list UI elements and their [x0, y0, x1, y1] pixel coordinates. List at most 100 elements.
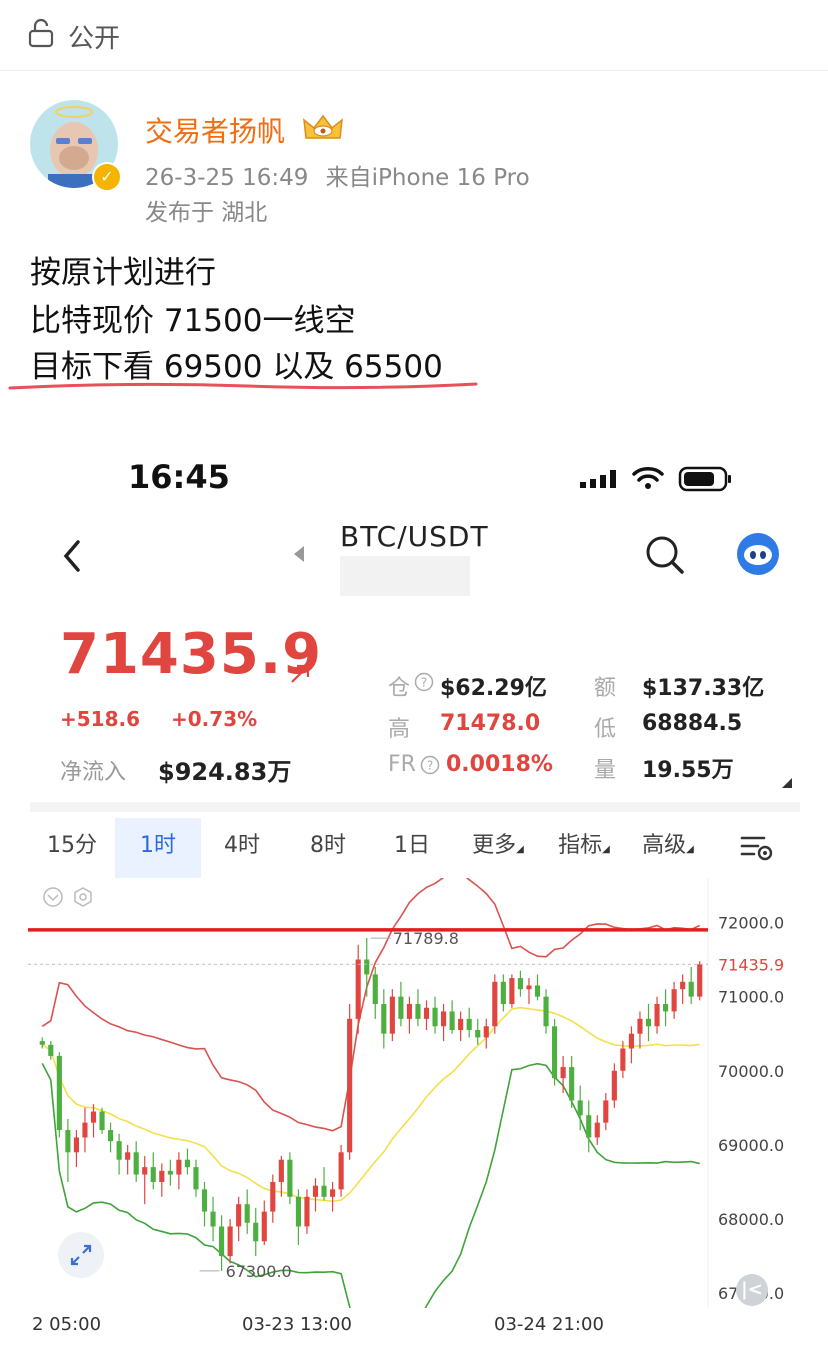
candle-body	[534, 985, 541, 997]
candle-body	[184, 1159, 190, 1168]
prev-pair-icon[interactable]	[292, 544, 306, 564]
candle-body	[654, 1004, 660, 1027]
high-value: 71478.0	[440, 711, 541, 736]
post-line-2: 比特现价 71500一线空	[30, 303, 356, 339]
candle-body	[261, 1211, 267, 1242]
candle-body	[295, 1196, 301, 1227]
candle-body	[517, 978, 523, 990]
candle-body	[381, 1004, 387, 1034]
candle-body	[415, 1004, 421, 1019]
candle-body	[680, 981, 686, 990]
divider	[30, 802, 800, 812]
candle-body	[167, 1170, 173, 1175]
candle-body	[159, 1170, 165, 1182]
low-value: 68884.5	[642, 711, 743, 736]
candle-body	[697, 964, 703, 997]
expand-arrows-icon	[70, 1244, 92, 1266]
candle-body	[628, 1033, 634, 1049]
candle-body	[526, 985, 532, 990]
candle-body	[603, 1100, 609, 1123]
candle-body	[466, 1018, 472, 1030]
tab-1d[interactable]: 1日	[372, 818, 452, 878]
change-absolute: +518.6	[60, 707, 141, 731]
candle-body	[577, 1100, 583, 1116]
svg-text:?: ?	[421, 676, 427, 690]
tab-15m[interactable]: 15分	[30, 818, 114, 878]
upper-band-line	[41, 878, 701, 1132]
candle-body	[372, 974, 378, 1005]
candle-body	[560, 1067, 566, 1079]
post-line-1: 按原计划进行	[30, 255, 216, 291]
candle-body	[389, 996, 395, 1034]
candlestick-chart[interactable]: 72000.071000.070000.069000.068000.067000…	[28, 878, 798, 1308]
candle-body	[364, 959, 370, 975]
x-tick-2: 03-23 13:00	[242, 1314, 352, 1335]
volume-value: $137.33亿	[642, 676, 765, 701]
post-meta: 26-3-25 16:49 来自iPhone 16 Pro	[145, 158, 530, 192]
dropdown-corner-icon: ◢	[686, 844, 694, 855]
current-price: 71435.9	[60, 622, 323, 687]
candle-body	[125, 1152, 131, 1160]
change-percent: +0.73%	[171, 707, 258, 731]
candle-body	[586, 1115, 592, 1138]
candle-body	[108, 1130, 114, 1142]
candle-body	[449, 1011, 455, 1030]
eye-toggle-icon[interactable]	[42, 886, 64, 908]
subtitle-blur	[340, 556, 470, 596]
candle-body	[483, 1026, 489, 1038]
up-arrow-icon	[291, 664, 310, 683]
author-name[interactable]: 交易者扬帆	[145, 110, 285, 150]
post-device: 来自iPhone 16 Pro	[325, 165, 530, 191]
visibility-label[interactable]: 公开	[68, 18, 120, 55]
candle-body	[210, 1211, 216, 1227]
current-price-label: 71435.9	[718, 955, 784, 974]
candle-body	[253, 1222, 259, 1242]
candle-body	[500, 981, 506, 1005]
candle-body	[611, 1070, 617, 1101]
post-time: 26-3-25 16:49	[145, 165, 309, 191]
y-tick-label: 72000.0	[718, 913, 784, 932]
candle-body	[458, 1018, 464, 1030]
candle-body	[671, 989, 677, 1012]
y-tick-label: 70000.0	[718, 1062, 784, 1081]
high-label: 高	[388, 717, 411, 742]
low-label: 低	[594, 717, 617, 742]
tab-indicators[interactable]: 指标◢	[544, 818, 624, 878]
tab-advanced[interactable]: 高级◢	[628, 818, 708, 878]
candle-body	[236, 1204, 242, 1227]
qty-value: 19.55万	[642, 758, 734, 783]
pair-title[interactable]: BTC/USDT	[340, 520, 489, 553]
robot-assistant-icon[interactable]	[736, 532, 780, 576]
oi-value: $62.29亿	[440, 676, 547, 701]
y-tick-label: 68000.0	[718, 1210, 784, 1229]
svg-text:?: ?	[427, 759, 433, 773]
funding-label: FR	[388, 752, 416, 777]
candle-body	[398, 996, 404, 1019]
back-chevron-icon[interactable]	[58, 536, 88, 576]
tab-4h[interactable]: 4时	[202, 818, 282, 878]
indicator-settings-icon[interactable]	[72, 886, 94, 908]
tab-more[interactable]: 更多◢	[458, 818, 538, 878]
candle-body	[663, 1004, 669, 1012]
low-annotation: 67300.0	[226, 1262, 292, 1281]
candle-body	[219, 1226, 225, 1257]
chart-settings-icon[interactable]	[740, 832, 774, 862]
help-icon[interactable]: ?	[414, 672, 434, 692]
candle-body	[270, 1181, 276, 1212]
wifi-icon	[632, 467, 664, 482]
x-tick-1: 2 05:00	[32, 1314, 102, 1335]
fullscreen-button[interactable]	[58, 1232, 104, 1278]
search-icon[interactable]	[644, 534, 686, 576]
candle-body	[645, 1018, 652, 1027]
signal-icon	[580, 470, 616, 488]
status-icons	[580, 466, 731, 492]
tab-1h[interactable]: 1时	[115, 818, 201, 878]
tab-8h[interactable]: 8时	[288, 818, 368, 878]
candle-body	[330, 1189, 336, 1197]
qty-label: 量	[594, 758, 617, 783]
expand-stats-icon[interactable]	[782, 778, 792, 788]
red-underline	[8, 382, 478, 390]
help-icon[interactable]: ?	[420, 755, 440, 775]
funding-value: 0.0018%	[446, 752, 553, 777]
scroll-latest-button[interactable]: |<	[736, 1274, 768, 1306]
